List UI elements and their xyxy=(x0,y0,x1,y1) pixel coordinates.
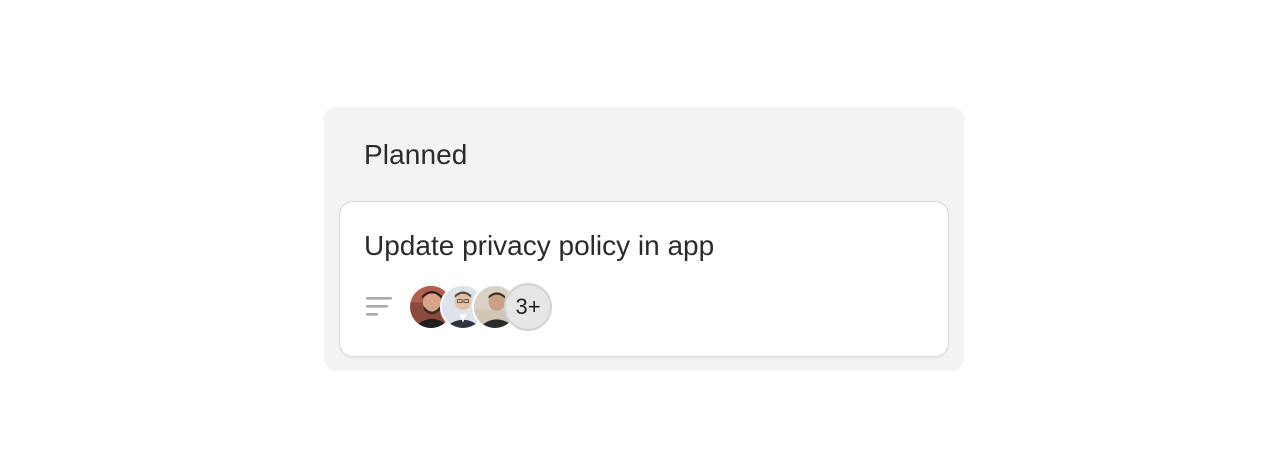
kanban-column-planned: Planned Update privacy policy in app 3+ xyxy=(324,107,964,371)
text-lines-icon xyxy=(366,294,394,320)
assignee-avatars[interactable]: 3+ xyxy=(408,283,552,331)
column-title: Planned xyxy=(364,139,468,170)
task-card[interactable]: Update privacy policy in app 3+ xyxy=(339,201,949,357)
card-footer: 3+ xyxy=(366,282,552,332)
more-assignees-badge[interactable]: 3+ xyxy=(504,283,552,331)
card-title: Update privacy policy in app xyxy=(364,230,715,261)
